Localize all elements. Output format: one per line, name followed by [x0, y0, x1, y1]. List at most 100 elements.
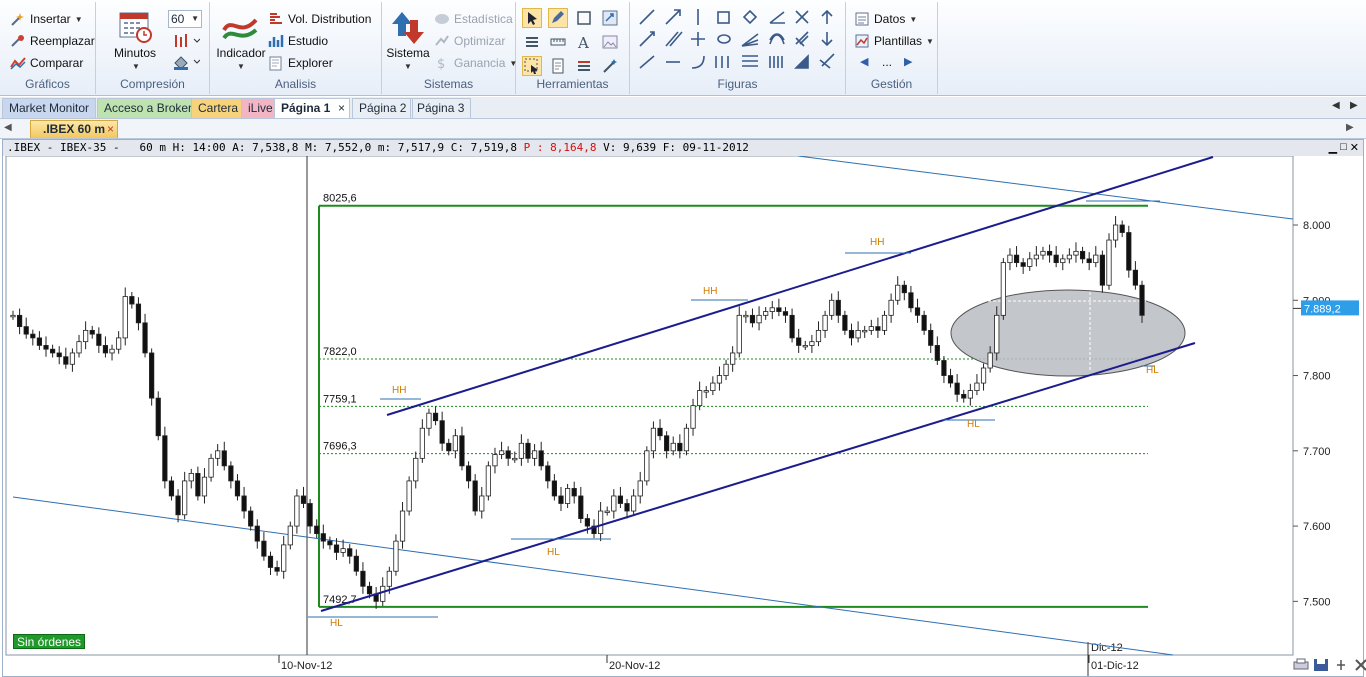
candle-body	[670, 442, 676, 452]
candle-body	[63, 356, 69, 365]
zoom-tool[interactable]	[600, 8, 620, 28]
estadistica-button[interactable]: Estadística	[434, 11, 513, 27]
candle-body	[479, 495, 485, 512]
tab-cartera[interactable]: Cartera	[191, 98, 246, 118]
doc-scroll-right-icon[interactable]: ▶	[1346, 122, 1354, 133]
insertar-button[interactable]: Insertar ▼	[10, 11, 83, 27]
candle-body	[776, 307, 782, 312]
tabs-scroll-left-icon[interactable]: ◀	[1332, 100, 1340, 111]
candle-body	[908, 292, 914, 309]
candle-body	[142, 322, 148, 354]
dollar-icon: $	[437, 57, 445, 71]
tab-acceso-broker[interactable]: Acceso a Broker	[97, 98, 200, 118]
select-area-tool[interactable]	[522, 56, 542, 76]
figuras-toolset[interactable]	[636, 8, 842, 72]
tab-market-monitor[interactable]: Market Monitor	[2, 98, 97, 118]
datos-button[interactable]: Datos ▼	[854, 11, 917, 27]
candle-body	[1040, 250, 1046, 256]
candle-body	[677, 442, 683, 452]
fill-color-icon[interactable]	[172, 54, 200, 70]
close-icon[interactable]: ×	[107, 121, 114, 138]
calendar-clock-icon[interactable]	[118, 9, 152, 45]
candle-body	[234, 480, 241, 497]
candle-body	[446, 442, 452, 452]
reemplazar-button[interactable]: Reemplazar	[10, 33, 95, 49]
close-chart-icon[interactable]	[1353, 658, 1366, 672]
document-tool[interactable]	[548, 56, 568, 76]
close-window-icon[interactable]: ✕	[1350, 141, 1359, 154]
indicador-dropdown-icon[interactable]: ▼	[237, 62, 245, 71]
pattern-annotation: HL	[547, 547, 560, 558]
minutos-dropdown-icon[interactable]: ▼	[132, 62, 140, 71]
text-tool[interactable]: A	[574, 32, 594, 52]
image-tool[interactable]	[600, 32, 620, 52]
explorer-button[interactable]: Explorer	[268, 55, 333, 71]
rectangle-select-tool[interactable]	[574, 8, 594, 28]
chart-window: 8.0007.9007.8007.7007.6007.50010-Nov-122…	[2, 139, 1366, 677]
doc-scroll-left-icon[interactable]: ◀	[4, 122, 12, 133]
plantillas-button[interactable]: Plantillas ▼	[854, 33, 934, 49]
group-compresion: Minutos ▼ 60 ▼ Compresión	[96, 2, 210, 94]
comparar-button[interactable]: Comparar	[10, 55, 83, 71]
print-icon[interactable]	[1293, 658, 1309, 672]
candle-body	[796, 337, 802, 346]
compression-value-select[interactable]: 60 ▼	[168, 10, 202, 28]
gestion-prev-button[interactable]: ◀	[860, 55, 868, 68]
candle-body	[881, 314, 888, 331]
doc-tab-label: .IBEX 60 m	[43, 122, 106, 136]
candle-body	[56, 352, 62, 358]
optimizar-label: Optimizar	[454, 34, 506, 48]
sistema-dropdown-icon[interactable]: ▼	[404, 62, 412, 71]
tab-pagina-3[interactable]: Página 3	[410, 98, 472, 118]
candle-body	[300, 495, 307, 504]
gestion-next-button[interactable]: ▶	[904, 55, 912, 68]
candle-body	[961, 393, 967, 399]
tab-pagina-1-label: Página 1	[281, 101, 331, 115]
vol-distribution-button[interactable]: Vol. Distribution	[268, 11, 371, 27]
square-icon	[577, 11, 591, 25]
tab-pagina-1[interactable]: Página 1 ×	[274, 98, 350, 118]
crosshair-tool[interactable]	[548, 8, 568, 28]
pointer-tool[interactable]	[522, 8, 542, 28]
comparar-icon	[10, 57, 26, 70]
candle-body	[465, 465, 472, 482]
doc-tab-ibex[interactable]: .IBEX 60 m ×	[30, 120, 118, 138]
estudio-button[interactable]: Estudio	[268, 33, 328, 49]
minimize-icon[interactable]: ▁	[1329, 141, 1337, 154]
candle-type-icon[interactable]	[172, 33, 200, 49]
candle-body	[1053, 254, 1059, 264]
indicador-icon[interactable]	[222, 12, 258, 44]
ganancia-button[interactable]: $ Ganancia ▼	[434, 55, 517, 71]
candle-body	[426, 412, 432, 429]
candle-body	[360, 570, 366, 587]
candle-body	[921, 314, 927, 331]
ruler-tool[interactable]	[548, 32, 568, 52]
minutos-button[interactable]: Minutos	[106, 46, 164, 60]
sistema-icon[interactable]	[390, 10, 426, 46]
indicador-button[interactable]: Indicador	[212, 46, 270, 60]
ray-icon	[639, 31, 655, 47]
candle-body	[393, 540, 399, 572]
pin-icon[interactable]	[1333, 658, 1349, 672]
candle-body	[941, 360, 947, 376]
tab-pagina-2[interactable]: Página 2	[352, 98, 414, 118]
gestion-more-button[interactable]: ...	[882, 55, 892, 69]
candle-body	[129, 296, 135, 305]
settings-tool[interactable]	[600, 56, 620, 76]
optimizar-button[interactable]: Optimizar	[434, 33, 505, 49]
info-c: C: 7,519,8	[450, 141, 518, 154]
line-tool-icon	[639, 9, 655, 25]
sistema-button[interactable]: Sistema	[382, 46, 434, 60]
candle-body	[743, 314, 749, 318]
maximize-icon[interactable]: □	[1340, 141, 1347, 154]
horizontal-layout-tool[interactable]	[522, 32, 542, 52]
bars-tool[interactable]	[574, 56, 594, 76]
candle-body	[261, 540, 267, 557]
tabs-scroll-right-icon[interactable]: ▶	[1350, 100, 1358, 111]
save-icon[interactable]	[1313, 658, 1329, 672]
delete-lines-icon	[819, 53, 835, 69]
candle-body	[340, 548, 346, 553]
close-icon[interactable]: ×	[338, 99, 345, 118]
price-chart[interactable]: 8.0007.9007.8007.7007.6007.50010-Nov-122…	[3, 140, 1363, 676]
svg-text:A: A	[577, 34, 589, 51]
